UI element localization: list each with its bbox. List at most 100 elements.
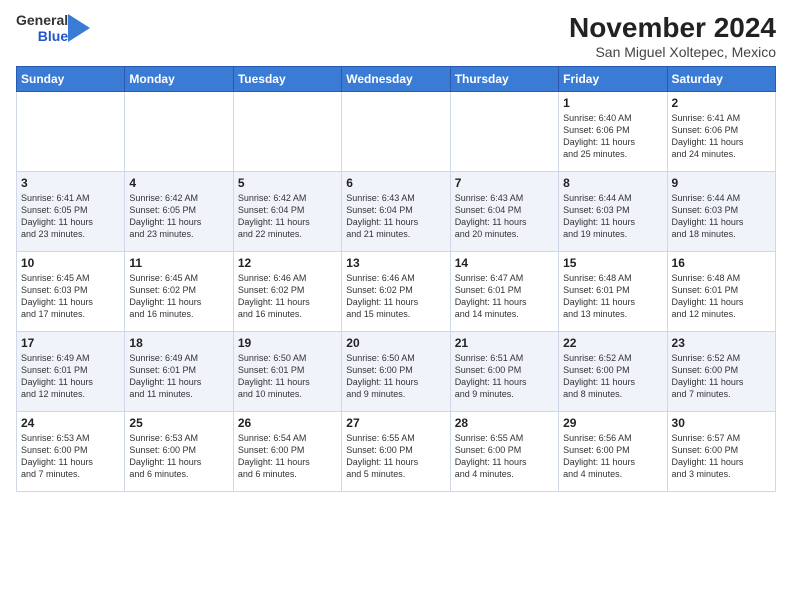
calendar-subtitle: San Miguel Xoltepec, Mexico [569,44,776,60]
calendar-title: November 2024 [569,12,776,44]
day-info: Sunrise: 6:49 AM Sunset: 6:01 PM Dayligh… [21,352,120,401]
header-sunday: Sunday [17,67,125,92]
calendar-cell [125,92,233,172]
header: General Blue November 2024 San Miguel Xo… [16,12,776,60]
calendar-table: Sunday Monday Tuesday Wednesday Thursday… [16,66,776,492]
day-info: Sunrise: 6:42 AM Sunset: 6:04 PM Dayligh… [238,192,337,241]
day-info: Sunrise: 6:55 AM Sunset: 6:00 PM Dayligh… [455,432,554,481]
calendar-cell: 6Sunrise: 6:43 AM Sunset: 6:04 PM Daylig… [342,172,450,252]
logo-blue: Blue [38,28,68,44]
day-number: 22 [563,336,662,350]
day-number: 18 [129,336,228,350]
header-thursday: Thursday [450,67,558,92]
calendar-week-row: 3Sunrise: 6:41 AM Sunset: 6:05 PM Daylig… [17,172,776,252]
calendar-cell: 23 Sunrise: 6:52 AM Sunset: 6:00 PM Dayli… [667,332,775,412]
calendar-cell: 9 Sunrise: 6:44 AM Sunset: 6:03 PM Daylig… [667,172,775,252]
day-info: Sunrise: 6:53 AM Sunset: 6:00 PM Dayligh… [21,432,120,481]
header-friday: Friday [559,67,667,92]
day-number: 26 [238,416,337,430]
logo-arrow-icon [68,14,90,42]
day-number: 9 [672,176,771,190]
calendar-header-row: Sunday Monday Tuesday Wednesday Thursday… [17,67,776,92]
day-info: Sunrise: 6:52 AM Sunset: 6:00 PM Dayligh… [563,352,662,401]
calendar-cell: 11 Sunrise: 6:45 AM Sunset: 6:02 PM Dayli… [125,252,233,332]
calendar-cell: 13 Sunrise: 6:46 AM Sunset: 6:02 PM Dayli… [342,252,450,332]
day-info: Sunrise: 6:54 AM Sunset: 6:00 PM Dayligh… [238,432,337,481]
day-info: Sunrise: 6:45 AM Sunset: 6:02 PM Dayligh… [129,272,228,321]
day-number: 13 [346,256,445,270]
calendar-cell: 17 Sunrise: 6:49 AM Sunset: 6:01 PM Dayli… [17,332,125,412]
day-info: Sunrise: 6:45 AM Sunset: 6:03 PM Dayligh… [21,272,120,321]
day-info: Sunrise: 6:51 AM Sunset: 6:00 PM Dayligh… [455,352,554,401]
day-number: 17 [21,336,120,350]
day-number: 15 [563,256,662,270]
calendar-cell: 4 Sunrise: 6:42 AM Sunset: 6:05 PM Daylig… [125,172,233,252]
calendar-body: 1 Sunrise: 6:40 AM Sunset: 6:06 PM Daylig… [17,92,776,492]
day-number: 29 [563,416,662,430]
calendar-cell [17,92,125,172]
calendar-cell: 19 Sunrise: 6:50 AM Sunset: 6:01 PM Dayli… [233,332,341,412]
day-info: Sunrise: 6:46 AM Sunset: 6:02 PM Dayligh… [346,272,445,321]
calendar-cell: 7Sunrise: 6:43 AM Sunset: 6:04 PM Daylig… [450,172,558,252]
day-number: 11 [129,256,228,270]
logo: General Blue [16,12,90,44]
day-info: Sunrise: 6:48 AM Sunset: 6:01 PM Dayligh… [672,272,771,321]
day-info: Sunrise: 6:52 AM Sunset: 6:00 PM Dayligh… [672,352,771,401]
day-number: 14 [455,256,554,270]
day-number: 30 [672,416,771,430]
calendar-cell: 8 Sunrise: 6:44 AM Sunset: 6:03 PM Daylig… [559,172,667,252]
day-number: 23 [672,336,771,350]
day-number: 1 [563,96,662,110]
day-number: 25 [129,416,228,430]
calendar-cell: 3Sunrise: 6:41 AM Sunset: 6:05 PM Daylig… [17,172,125,252]
calendar-cell [233,92,341,172]
day-info: Sunrise: 6:41 AM Sunset: 6:06 PM Dayligh… [672,112,771,161]
calendar-week-row: 24 Sunrise: 6:53 AM Sunset: 6:00 PM Dayli… [17,412,776,492]
day-number: 12 [238,256,337,270]
calendar-cell: 18Sunrise: 6:49 AM Sunset: 6:01 PM Dayli… [125,332,233,412]
calendar-week-row: 17 Sunrise: 6:49 AM Sunset: 6:01 PM Dayli… [17,332,776,412]
calendar-cell: 27 Sunrise: 6:55 AM Sunset: 6:00 PM Dayli… [342,412,450,492]
day-info: Sunrise: 6:48 AM Sunset: 6:01 PM Dayligh… [563,272,662,321]
day-number: 2 [672,96,771,110]
header-saturday: Saturday [667,67,775,92]
day-number: 4 [129,176,228,190]
calendar-cell: 20 Sunrise: 6:50 AM Sunset: 6:00 PM Dayli… [342,332,450,412]
title-block: November 2024 San Miguel Xoltepec, Mexic… [569,12,776,60]
day-info: Sunrise: 6:55 AM Sunset: 6:00 PM Dayligh… [346,432,445,481]
calendar-cell: 1 Sunrise: 6:40 AM Sunset: 6:06 PM Daylig… [559,92,667,172]
day-info: Sunrise: 6:57 AM Sunset: 6:00 PM Dayligh… [672,432,771,481]
day-number: 20 [346,336,445,350]
calendar-cell: 12 Sunrise: 6:46 AM Sunset: 6:02 PM Dayli… [233,252,341,332]
day-info: Sunrise: 6:44 AM Sunset: 6:03 PM Dayligh… [563,192,662,241]
day-number: 5 [238,176,337,190]
calendar-cell: 28 Sunrise: 6:55 AM Sunset: 6:00 PM Dayli… [450,412,558,492]
calendar-cell: 16Sunrise: 6:48 AM Sunset: 6:01 PM Dayli… [667,252,775,332]
calendar-cell: 25Sunrise: 6:53 AM Sunset: 6:00 PM Dayli… [125,412,233,492]
day-info: Sunrise: 6:43 AM Sunset: 6:04 PM Dayligh… [455,192,554,241]
day-info: Sunrise: 6:50 AM Sunset: 6:00 PM Dayligh… [346,352,445,401]
day-number: 21 [455,336,554,350]
calendar-cell: 26 Sunrise: 6:54 AM Sunset: 6:00 PM Dayli… [233,412,341,492]
day-info: Sunrise: 6:46 AM Sunset: 6:02 PM Dayligh… [238,272,337,321]
day-info: Sunrise: 6:40 AM Sunset: 6:06 PM Dayligh… [563,112,662,161]
day-number: 24 [21,416,120,430]
day-number: 6 [346,176,445,190]
calendar-cell: 2 Sunrise: 6:41 AM Sunset: 6:06 PM Daylig… [667,92,775,172]
calendar-cell: 22 Sunrise: 6:52 AM Sunset: 6:00 PM Dayli… [559,332,667,412]
day-number: 19 [238,336,337,350]
day-number: 27 [346,416,445,430]
day-info: Sunrise: 6:44 AM Sunset: 6:03 PM Dayligh… [672,192,771,241]
calendar-cell [342,92,450,172]
calendar-week-row: 10 Sunrise: 6:45 AM Sunset: 6:03 PM Dayli… [17,252,776,332]
calendar-cell [450,92,558,172]
day-number: 28 [455,416,554,430]
day-number: 10 [21,256,120,270]
day-info: Sunrise: 6:42 AM Sunset: 6:05 PM Dayligh… [129,192,228,241]
day-info: Sunrise: 6:50 AM Sunset: 6:01 PM Dayligh… [238,352,337,401]
calendar-cell: 5 Sunrise: 6:42 AM Sunset: 6:04 PM Daylig… [233,172,341,252]
day-number: 8 [563,176,662,190]
calendar-cell: 30 Sunrise: 6:57 AM Sunset: 6:00 PM Dayli… [667,412,775,492]
calendar-cell: 21 Sunrise: 6:51 AM Sunset: 6:00 PM Dayli… [450,332,558,412]
day-info: Sunrise: 6:41 AM Sunset: 6:05 PM Dayligh… [21,192,120,241]
